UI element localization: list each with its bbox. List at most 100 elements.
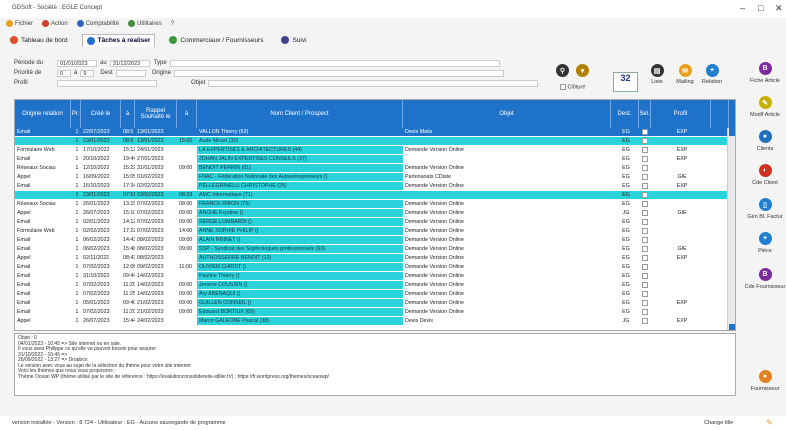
col-origine[interactable]: Origine relation bbox=[15, 100, 71, 128]
filter-button[interactable]: ▾ bbox=[576, 64, 589, 79]
table-row[interactable]: Email 1 07/02/2023 11:20 14/02/2023 09:00 Jero… bbox=[15, 281, 735, 289]
select-checkbox[interactable] bbox=[642, 228, 648, 234]
objet-field[interactable] bbox=[208, 79, 539, 87]
col-cree[interactable]: Créé le bbox=[81, 100, 121, 128]
table-row[interactable]: Email 1 05/01/2023 09:40 21/02/2023 09:00 GUIL… bbox=[15, 299, 735, 307]
prio-to-field[interactable]: 9 bbox=[80, 69, 95, 77]
select-checkbox[interactable] bbox=[642, 318, 648, 324]
menu-utilitaires[interactable]: Utilitaires bbox=[128, 19, 162, 27]
mailing-button[interactable]: ✉ Mailing bbox=[674, 64, 696, 85]
sidebar-button-6[interactable]: + Pièce bbox=[744, 232, 786, 254]
table-row[interactable]: Email 1 07/02/2023 11:20 21/02/2023 09:00 Edou… bbox=[15, 308, 735, 316]
sidebar-button-7[interactable]: B Cde Fournisseur bbox=[744, 268, 786, 290]
notes-panel[interactable]: Objet : 0 04/01/2023 - 10:45 => Site inte… bbox=[14, 333, 736, 396]
table-row[interactable]: Email 1 16/10/2023 17:34 02/02/2023 PELLEGRIN… bbox=[15, 182, 735, 190]
select-checkbox[interactable] bbox=[642, 246, 648, 252]
sidebar-button-4[interactable]: ◐ Cde Client bbox=[744, 164, 786, 186]
select-checkbox[interactable] bbox=[642, 156, 648, 162]
col-profil[interactable]: Profil bbox=[651, 100, 711, 128]
col-rappel-a[interactable]: à bbox=[177, 100, 197, 128]
table-row[interactable]: Email 1 07/02/2023 12:06 09/02/2023 11:00 OLIV… bbox=[15, 263, 735, 271]
menu-fichier[interactable]: Fichier bbox=[6, 19, 33, 27]
grid-scrollbar[interactable] bbox=[727, 128, 735, 330]
sidebar-button-8[interactable]: ● Fournisseur bbox=[744, 370, 786, 392]
origine-select[interactable] bbox=[174, 69, 505, 77]
tab-taches[interactable]: Tâches à réaliser bbox=[81, 33, 156, 47]
table-row[interactable]: Email 1 31/10/2022 09:44 14/02/2023 Pauline T… bbox=[15, 272, 735, 280]
col-pr[interactable]: Pr. bbox=[71, 100, 81, 128]
table-row[interactable]: Réseaux Sociau 1 26/01/2023 13:15 07/02/2023… bbox=[15, 200, 735, 208]
menu-comptabilite[interactable]: Comptabilité bbox=[76, 19, 119, 27]
select-checkbox[interactable] bbox=[642, 282, 648, 288]
profil-select[interactable] bbox=[57, 79, 157, 87]
col-dest[interactable]: Dest. bbox=[611, 100, 639, 128]
table-cell: 19:44 bbox=[123, 156, 135, 162]
menu-help[interactable]: ? bbox=[171, 21, 174, 27]
tab-tableau-de-bord[interactable]: Tableau de bord bbox=[6, 34, 72, 46]
table-row[interactable]: Email 1 20/10/2022 19:44 27/01/2023 JOHAN JAL… bbox=[15, 155, 735, 163]
table-row[interactable]: Appel 1 26/07/2023 15:44 24/02/2023 Marco GAL… bbox=[15, 317, 735, 325]
col-rappel[interactable]: Rappel Souhaité le bbox=[135, 100, 177, 128]
col-cree-a[interactable]: à bbox=[121, 100, 135, 128]
select-checkbox[interactable] bbox=[642, 147, 648, 153]
select-checkbox[interactable] bbox=[642, 255, 648, 261]
table-row[interactable]: Formulaire Web 1 02/02/2023 17:22 07/02/2023… bbox=[15, 227, 735, 235]
minimize-button[interactable]: – bbox=[740, 3, 745, 13]
select-checkbox[interactable] bbox=[642, 192, 648, 198]
dest-select[interactable] bbox=[115, 69, 146, 77]
calendar-button[interactable]: 32 bbox=[613, 72, 638, 92]
table-row[interactable]: Appel 1 26/07/2023 15:10 07/02/2023 09:00 ANCH… bbox=[15, 209, 735, 217]
scroll-up[interactable] bbox=[729, 128, 735, 136]
maximize-button[interactable]: □ bbox=[758, 3, 763, 13]
select-checkbox[interactable] bbox=[642, 201, 648, 207]
table-row[interactable]: Formulaire Web 1 17/10/2022 15:12 24/01/2023… bbox=[15, 146, 735, 154]
close-button[interactable]: ✕ bbox=[775, 3, 783, 14]
table-row[interactable]: Email 1 22/07/2023 08:5 13/01/2023 VALLON Thi… bbox=[15, 128, 735, 136]
cloture-checkbox[interactable]: Clôturé bbox=[556, 84, 596, 90]
table-row[interactable]: 1 23/01/2023 07:51 03/02/2023 08:23 AMC Infor… bbox=[15, 191, 735, 199]
table-row[interactable]: Email 1 07/02/2023 11:25 14/02/2023 09:00 Ary … bbox=[15, 290, 735, 298]
select-checkbox[interactable] bbox=[642, 291, 648, 297]
table-row[interactable]: Appel 1 16/09/2022 15:05 01/02/2023 FNAC - Fé… bbox=[15, 173, 735, 181]
prio-from-field[interactable]: 0 bbox=[57, 69, 71, 77]
select-checkbox[interactable] bbox=[642, 300, 648, 306]
menu-action[interactable]: Action bbox=[42, 19, 68, 27]
table-row[interactable]: Appel 1 02/11/2022 08:43 08/02/2023 AUTHOSSER… bbox=[15, 254, 735, 262]
scroll-down[interactable] bbox=[729, 324, 735, 330]
col-nom[interactable]: Nom Client / Prospect bbox=[197, 100, 403, 128]
select-checkbox[interactable] bbox=[642, 183, 648, 189]
table-cell bbox=[651, 137, 711, 145]
table-row[interactable]: Email 1 06/02/2023 14:43 08/02/2023 09:00 ALAI… bbox=[15, 236, 735, 244]
sidebar-label: Pièce bbox=[758, 248, 772, 254]
date-to-field[interactable]: 31/12/2023 bbox=[109, 59, 150, 67]
table-row[interactable]: Email 1 02/01/2023 14:12 07/02/2023 09:00 SERG… bbox=[15, 218, 735, 226]
table-cell bbox=[15, 191, 71, 199]
select-checkbox[interactable] bbox=[642, 237, 648, 243]
select-checkbox[interactable] bbox=[642, 309, 648, 315]
select-checkbox[interactable] bbox=[642, 219, 648, 225]
table-row[interactable]: Réseaux Sociau 1 12/10/2022 15:22 31/01/2023… bbox=[15, 164, 735, 172]
select-checkbox[interactable] bbox=[642, 273, 648, 279]
tab-suivi[interactable]: Suivi bbox=[277, 34, 310, 46]
select-checkbox[interactable] bbox=[642, 138, 648, 144]
select-checkbox[interactable] bbox=[642, 165, 648, 171]
status-right[interactable]: Change title bbox=[704, 420, 733, 426]
search-button[interactable]: ⚲ bbox=[556, 64, 569, 79]
relation-button[interactable]: + Relation bbox=[700, 64, 724, 85]
select-checkbox[interactable] bbox=[642, 129, 648, 135]
table-row[interactable]: Email 1 06/02/2023 15:48 08/02/2023 09:00 SSP … bbox=[15, 245, 735, 253]
select-checkbox[interactable] bbox=[642, 210, 648, 216]
sidebar-button-2[interactable]: ✎ Modif Article bbox=[744, 96, 786, 118]
tab-commerciaux[interactable]: Commerciaux / Fournisseurs bbox=[165, 34, 267, 46]
type-select[interactable] bbox=[169, 59, 500, 67]
date-from-field[interactable]: 01/01/2023 bbox=[57, 59, 97, 67]
sidebar-button-1[interactable]: B Fiche Article bbox=[744, 62, 786, 84]
table-row[interactable]: 1 23/01/2023 08:0 13/01/2023 15:00 Aude Mirue… bbox=[15, 137, 735, 145]
sidebar-button-3[interactable]: ● Clients bbox=[744, 130, 786, 152]
select-checkbox[interactable] bbox=[642, 264, 648, 270]
select-checkbox[interactable] bbox=[642, 174, 648, 180]
sidebar-button-5[interactable]: ▯ Gén Bl. Factur bbox=[744, 198, 786, 220]
col-sel[interactable]: Sel. bbox=[639, 100, 651, 128]
col-objet[interactable]: Objet bbox=[403, 100, 611, 128]
liste-button[interactable]: ▤ Liste bbox=[648, 64, 666, 85]
